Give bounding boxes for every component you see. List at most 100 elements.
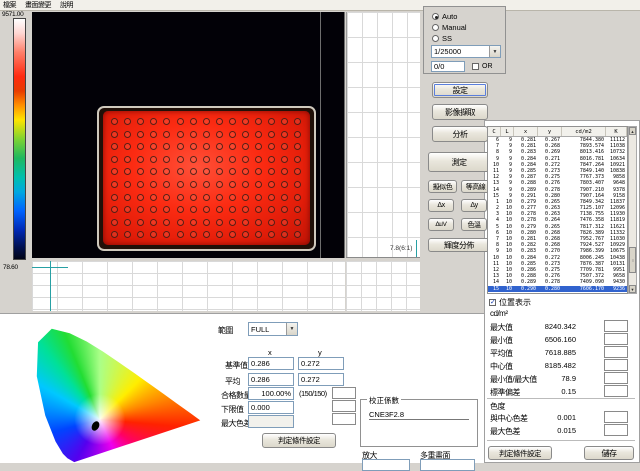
measure-point-icon [242,118,249,125]
save-button[interactable]: 儲存 [584,446,634,460]
stat-value-max: 8240.342 [516,322,576,331]
measure-point-icon [177,181,184,188]
multi-screen-field[interactable] [420,459,475,471]
measurement-table-body[interactable]: 690.2810.2677844.38011112790.2810.268789… [488,137,627,293]
cie-gamut-horseshoe [35,318,215,463]
max-color-diff-field[interactable] [248,415,294,428]
vertical-profile-plot[interactable] [346,12,420,258]
scrollbar-thumb[interactable]: ≡ [629,247,636,273]
setting-button[interactable]: 設定 [432,82,488,98]
measure-point-icon [163,118,170,125]
measure-point-icon [216,168,223,175]
measure-point-icon [268,143,275,150]
pseudo-color-button[interactable]: 擬似色 [428,180,457,193]
measure-point-icon [111,206,118,213]
or-checkbox[interactable] [472,63,479,70]
judge-indicator-box [332,387,356,399]
lower-limit-field[interactable]: 0.000 [248,401,294,414]
reference-x-field[interactable]: 0.286 [248,357,294,370]
scroll-up-icon[interactable]: ▲ [629,127,636,135]
measure-point-icon [150,131,157,138]
measure-point-icon [124,131,131,138]
pass-rate-value: 100.00% [261,389,291,398]
measure-point-icon [177,118,184,125]
reference-y-field[interactable]: 0.272 [298,357,344,370]
table-cell: 0.290 [514,286,538,292]
measure-point-icon [216,231,223,238]
or-checkbox-row[interactable]: OR [472,63,493,70]
measure-point-icon [163,131,170,138]
menu-file[interactable]: 檔案 [3,0,16,10]
luminance-distribution-button[interactable]: 輝度分佈 [428,238,490,252]
measurement-table[interactable]: C L x y cd/m2 K 690.2810.2677844.3801111… [487,126,628,294]
measure-point-icon [255,131,262,138]
measure-point-icon [150,143,157,150]
table-row[interactable]: 15100.2900.2807606.1709236 [488,286,627,292]
contour-button[interactable]: 等高線 [461,180,490,193]
menu-help[interactable]: 說明 [60,0,73,10]
range-select[interactable]: FULL ▼ [248,322,298,336]
measure-point-icon [281,143,288,150]
measure-point-icon [111,181,118,188]
measure-point-icon [281,156,288,163]
shutter-speed-select[interactable]: 1/25000 ▼ [431,45,501,58]
measure-point-icon [203,231,210,238]
stat-value-center: 8185.482 [516,361,576,370]
measure-point-icon [137,131,144,138]
measure-point-icon [124,231,131,238]
shutter-speed-value: 1/25000 [434,47,461,56]
measure-point-icon [190,219,197,226]
measure-point-grid [103,111,310,245]
zoom-field[interactable] [362,459,410,471]
measurement-image-canvas[interactable] [32,12,345,258]
measure-point-icon [190,231,197,238]
radio-ss[interactable]: SS [432,34,452,43]
measure-point-icon [216,194,223,201]
measure-point-icon [216,181,223,188]
measure-point-icon [150,231,157,238]
table-cell: 10 [501,286,514,292]
horizontal-profile-plot[interactable] [32,261,345,311]
judge-condition-setting-button[interactable]: 判定條件設定 [262,433,336,448]
radio-auto[interactable]: Auto [432,12,457,21]
pass-rate-field[interactable]: 100.00% [248,387,294,400]
measure-point-icon [216,118,223,125]
cie-chromaticity-diagram[interactable] [35,318,215,463]
chevron-down-icon[interactable]: ▼ [489,46,500,57]
measure-point-icon [203,168,210,175]
measure-point-icon [255,181,262,188]
position-display-row[interactable]: 位置表示 [489,297,531,308]
radio-ss-label: SS [442,34,452,43]
capture-button[interactable]: 影像擷取 [432,104,488,120]
delta-x-button[interactable]: Δx [428,199,454,212]
average-y-field[interactable]: 0.272 [298,373,344,386]
measured-display-panel[interactable] [103,111,310,245]
average-label: 平均 [225,376,240,387]
average-x-field[interactable]: 0.286 [248,373,294,386]
stat-value-avg: 7618.885 [516,348,576,357]
color-temp-button[interactable]: 色溫 [461,218,487,231]
measure-point-icon [242,143,249,150]
measure-point-icon [281,219,288,226]
measure-point-icon [242,181,249,188]
scroll-down-icon[interactable]: ▼ [629,285,636,293]
judge-condition-setting-button[interactable]: 判定條件設定 [488,446,552,460]
analyze-button[interactable]: 分析 [432,126,488,142]
calibration-value[interactable]: CNE3F2.8 [369,410,469,420]
chevron-down-icon[interactable]: ▼ [286,323,297,335]
position-display-checkbox[interactable] [489,299,496,306]
radio-manual-icon[interactable] [432,24,439,31]
measure-point-icon [177,194,184,201]
measure-button[interactable]: 測定 [428,152,490,172]
delta-uv-button[interactable]: Δu'v' [428,218,454,231]
nd-field[interactable]: 0/0 [431,61,465,72]
measure-point-icon [124,118,131,125]
table-scrollbar[interactable]: ▲ ≡ ▼ [628,126,637,294]
radio-auto-icon[interactable] [432,13,439,20]
radio-ss-icon[interactable] [432,35,439,42]
judge-indicator-box [604,372,628,384]
measure-point-icon [255,168,262,175]
delta-y-button[interactable]: Δy [461,199,487,212]
menu-screen-change[interactable]: 畫面變更 [25,0,51,10]
radio-manual[interactable]: Manual [432,23,467,32]
